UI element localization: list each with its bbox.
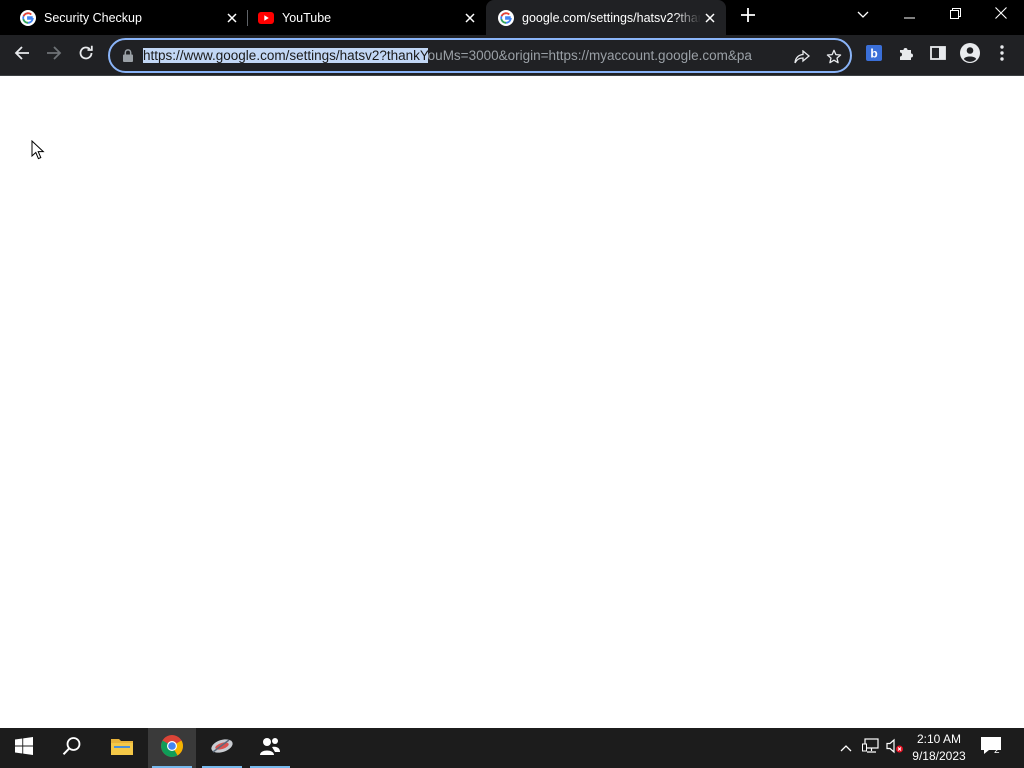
reload-button[interactable]	[72, 41, 100, 69]
chrome-taskbar-button[interactable]	[148, 728, 196, 768]
extension-b-button[interactable]: b	[860, 41, 888, 69]
share-icon[interactable]	[792, 47, 812, 67]
more-vert-icon	[1000, 44, 1004, 66]
youtube-icon	[258, 10, 274, 26]
tab-search-button[interactable]	[840, 0, 886, 30]
close-icon	[995, 6, 1007, 24]
satellite-app-button[interactable]	[198, 728, 246, 768]
page-content[interactable]	[0, 77, 1024, 728]
url-selected-text: https://www.google.com/settings/hatsv2?t…	[143, 48, 428, 63]
volume-button[interactable]	[885, 738, 905, 758]
file-explorer-icon	[111, 737, 133, 760]
chevron-down-icon	[857, 6, 869, 24]
minimize-icon	[903, 6, 915, 24]
tab-title: google.com/settings/hatsv2?thankYouMs=30…	[522, 10, 701, 25]
people-app-icon	[259, 736, 281, 761]
side-panel-icon	[930, 45, 946, 65]
arrow-left-icon	[14, 45, 30, 66]
tab-strip: Security Checkup YouTube google.com/sett…	[0, 0, 1024, 35]
reload-icon	[78, 45, 94, 66]
profile-button[interactable]	[956, 41, 984, 69]
address-bar[interactable]: https://www.google.com/settings/hatsv2?t…	[108, 38, 852, 73]
windows-taskbar: 2:10 AM 9/18/2023 2	[0, 728, 1024, 768]
clock-date: 9/18/2023	[912, 749, 966, 763]
people-app-button[interactable]	[246, 728, 294, 768]
restore-button[interactable]	[932, 0, 978, 30]
extension-b-icon: b	[866, 44, 882, 66]
clock-time: 2:10 AM	[916, 732, 962, 746]
tab-youtube[interactable]: YouTube	[238, 0, 486, 35]
star-icon[interactable]	[824, 47, 844, 67]
start-button[interactable]	[0, 728, 48, 768]
url-unselected-text: ouMs=3000&origin=https://myaccount.googl…	[427, 48, 752, 63]
tab-title: Security Checkup	[44, 10, 142, 25]
search-icon	[62, 736, 82, 761]
show-hidden-icons-button[interactable]	[836, 738, 856, 758]
lock-icon[interactable]	[121, 48, 135, 63]
svg-text:b: b	[870, 46, 877, 60]
side-panel-button[interactable]	[924, 41, 952, 69]
avatar-icon	[960, 42, 980, 68]
chrome-icon	[161, 734, 183, 762]
tab-title: YouTube	[282, 10, 332, 25]
plus-icon	[741, 7, 755, 27]
new-tab-button[interactable]	[737, 6, 759, 28]
google-g-icon	[20, 9, 36, 26]
network-icon	[862, 737, 880, 759]
search-button[interactable]	[48, 728, 96, 768]
tab-google-settings[interactable]: google.com/settings/hatsv2?thankYouMs=30…	[486, 0, 726, 35]
action-center-button[interactable]: 2	[980, 736, 1004, 760]
satellite-app-icon	[209, 736, 235, 761]
close-window-button[interactable]	[978, 0, 1024, 30]
mouse-cursor-icon	[31, 140, 45, 160]
chevron-up-icon	[840, 739, 852, 757]
forward-button[interactable]	[40, 41, 68, 69]
arrow-right-icon	[46, 45, 62, 66]
notification-count: 2	[994, 745, 1000, 756]
restore-icon	[949, 6, 961, 24]
browser-toolbar: https://www.google.com/settings/hatsv2?t…	[0, 35, 1024, 76]
close-icon[interactable]	[701, 9, 719, 27]
extensions-button[interactable]	[892, 41, 920, 69]
google-g-icon	[498, 9, 514, 26]
file-explorer-button[interactable]	[98, 728, 146, 768]
windows-start-icon	[15, 736, 33, 760]
url-text[interactable]: https://www.google.com/settings/hatsv2?t…	[143, 47, 785, 65]
volume-muted-icon	[886, 738, 904, 759]
puzzle-icon	[898, 45, 914, 66]
network-button[interactable]	[861, 737, 881, 759]
tab-security-checkup[interactable]: Security Checkup	[0, 0, 248, 35]
system-clock[interactable]: 2:10 AM 9/18/2023	[908, 731, 970, 765]
close-icon[interactable]	[461, 9, 479, 27]
back-button[interactable]	[8, 41, 36, 69]
menu-button[interactable]	[988, 41, 1016, 69]
minimize-button[interactable]	[886, 0, 932, 30]
